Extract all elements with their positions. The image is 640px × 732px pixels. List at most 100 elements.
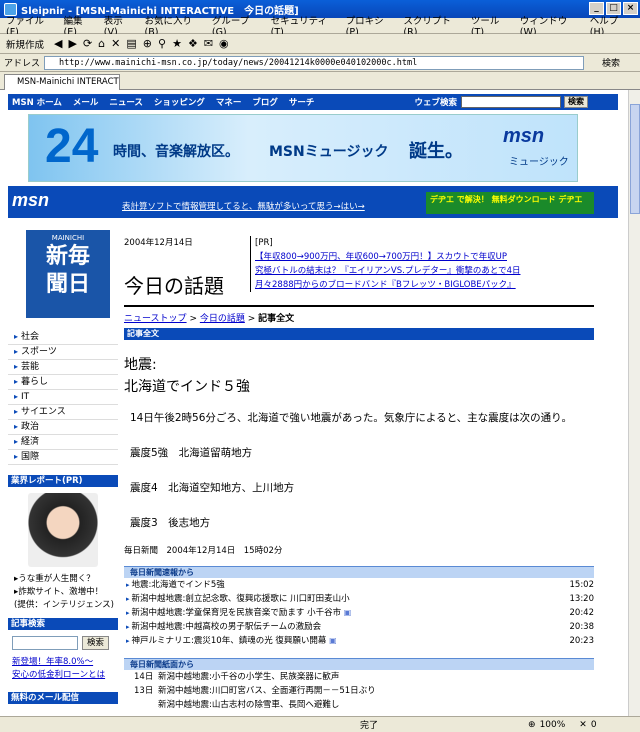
photo-icon: ▣ — [343, 608, 352, 617]
masthead-title-2: 聞日 — [45, 271, 90, 297]
vertical-scrollbar[interactable] — [628, 90, 640, 716]
nav-money[interactable]: マネー — [216, 98, 242, 108]
main-column: 2004年12月14日 今日の話題 [PR] 【年収800→900万円、年収60… — [124, 236, 594, 712]
home-icon[interactable]: ⌂ — [98, 37, 105, 50]
nav-search[interactable]: サーチ — [289, 98, 315, 108]
back-icon[interactable]: ◀ — [54, 37, 62, 50]
mail-delivery-head: 無料のメール配信 — [8, 692, 118, 704]
report-head: 業界レポート(PR) — [8, 475, 118, 487]
masthead-title-1: 新毎 — [45, 243, 90, 269]
msn-music-banner[interactable]: 24 時間、音楽解放区。 MSNミュージック 誕生。 msn ミュージック — [28, 114, 578, 182]
paper-day: 13日 — [134, 686, 154, 696]
tab-msn-mainichi[interactable]: MSN-Mainichi INTERACTI... — [4, 74, 120, 90]
nav-entertainment[interactable]: 芸能 — [8, 360, 118, 375]
paper-row[interactable]: 新潟中越地震:山古志村の除雪車、長岡へ避難し — [124, 698, 594, 712]
mail-icon[interactable]: ✉ — [204, 37, 213, 50]
paper-title[interactable]: 新潟中越地震:小千谷の小学生、民族楽器に歓声 — [158, 670, 339, 684]
web-search-input[interactable] — [461, 96, 561, 108]
promo-banner[interactable]: デヂエ で解決！ 無料ダウンロード デヂエ — [426, 192, 594, 214]
address-input[interactable]: http://www.mainichi-msn.co.jp/today/news… — [44, 55, 585, 70]
nav-economy[interactable]: 経済 — [8, 435, 118, 450]
breadcrumb-news-top[interactable]: ニューストップ — [124, 314, 187, 324]
nav-blog[interactable]: ブログ — [252, 98, 278, 108]
web-search-button[interactable]: 検索 — [564, 96, 588, 108]
pr-link-2[interactable]: 究極バトルの結末は？『エイリアンVS.プレデター』衝撃のあとで4日 — [255, 264, 594, 278]
group-icon[interactable]: ❖ — [188, 37, 198, 50]
banner-logo-sub: ミュージック — [509, 157, 569, 168]
forward-icon[interactable]: ▶ — [68, 37, 76, 50]
report-link-1[interactable]: ▸うな重が人生開く？ — [8, 573, 118, 586]
flash-title[interactable]: 新潟中越地震:学童保育児を民族音楽で励ます 小千谷市 ▣ — [126, 606, 352, 620]
flash-title[interactable]: 新潟中越地震:創立記念歌、復興応援歌に 川口町田麦山小 — [126, 592, 350, 606]
msn-logo[interactable]: msn — [12, 190, 49, 211]
nav-shopping[interactable]: ショッピング — [154, 98, 205, 108]
favorites-star-icon[interactable]: ★ — [172, 37, 182, 50]
flash-row[interactable]: 新潟中越地震:学童保育児を民族音楽で励ます 小千谷市 ▣ 20:42 — [124, 606, 594, 620]
paper-row[interactable]: 13日 新潟中越地震:川口町宮バス、全面運行再開－－51日ぶり — [124, 684, 594, 698]
flash-row[interactable]: 地震:北海道でインド5強 15:02 — [124, 578, 594, 592]
status-text: 完了 — [360, 721, 379, 731]
loan-ad-2[interactable]: 安心の低金利ローンとは — [12, 669, 118, 682]
zoom-icon[interactable]: ⊕ — [143, 37, 152, 50]
flash-title[interactable]: 神戸ルミナリエ:震災10年、鎮魂の光 復興願い開幕 ▣ — [126, 634, 337, 648]
address-label: アドレス — [4, 59, 41, 69]
nav-science[interactable]: サイエンス — [8, 405, 118, 420]
flash-row[interactable]: 新潟中越地震:中越高校の男子駅伝チームの激励会 20:38 — [124, 620, 594, 634]
paper-row[interactable]: 14日 新潟中越地震:小千谷の小学生、民族楽器に歓声 — [124, 670, 594, 684]
article-body: 14日午後2時56分ごろ、北海道で強い地震があった。気象庁によると、主な震度は次… — [130, 412, 572, 424]
nav-msn-home[interactable]: MSN ホーム — [12, 98, 62, 108]
toolbar: 新規作成 ◀ ▶ ⟳ ⌂ ✕ ▤ ⊕ ⚲ ★ ❖ ✉ ◉ — [0, 34, 640, 54]
paper-day: 14日 — [134, 672, 154, 682]
scrollbar-thumb[interactable] — [630, 104, 640, 214]
loan-ad-1[interactable]: 新登場！年率8.0%～ — [12, 656, 118, 669]
paper-title[interactable]: 新潟中越地震:川口町宮バス、全面運行再開－－51日ぶり — [158, 684, 376, 698]
refresh-icon[interactable]: ⟳ — [83, 37, 92, 50]
section-nav: 社会 スポーツ 芸能 暮らし IT サイエンス 政治 経済 国際 — [8, 330, 118, 465]
nav-sports[interactable]: スポーツ — [8, 345, 118, 360]
zoom-level[interactable]: 100% — [540, 720, 566, 730]
flash-title[interactable]: 地震:北海道でインド5強 — [126, 578, 225, 592]
paper-head: 毎日新聞紙面から — [124, 658, 594, 670]
zoom-icon[interactable]: ⊕ — [528, 720, 536, 730]
banner-text-1: 時間、音楽解放区。 — [113, 144, 239, 160]
report-provider: (提供：インテリジェンス) — [14, 600, 114, 610]
new-tab-button[interactable]: 新規作成 — [6, 37, 44, 51]
breadcrumb-sep: > — [247, 314, 259, 324]
pr-link-1[interactable]: 【年収800→900万円、年収600→700万円！】スカウトで年収UP — [255, 250, 594, 264]
nav-mail[interactable]: メール — [73, 98, 99, 108]
nav-news[interactable]: ニュース — [109, 98, 143, 108]
breadcrumb-today[interactable]: 今日の話題 — [200, 314, 245, 324]
search-toolbar-label[interactable]: 検索 — [602, 56, 620, 69]
menu-bar: ファイル(F) 編集(E) 表示(V) お気に入り(B) グループ(G) セキュ… — [0, 16, 640, 38]
pr-box: [PR] 【年収800→900万円、年収600→700万円！】スカウトで年収UP… — [250, 236, 594, 292]
nav-politics[interactable]: 政治 — [8, 420, 118, 435]
loan-ad[interactable]: 新登場！年率8.0%～ 安心の低金利ローンとは — [8, 650, 118, 682]
mainichi-masthead[interactable]: MAINICHI 新毎 聞日 — [26, 230, 110, 318]
article-title-1: 地震: — [124, 357, 157, 373]
article-search: 検索 — [8, 630, 118, 650]
nav-life[interactable]: 暮らし — [8, 375, 118, 390]
nav-international[interactable]: 国際 — [8, 450, 118, 465]
paper-title[interactable]: 新潟中越地震:山古志村の除雪車、長岡へ避難し — [158, 698, 339, 712]
article-search-button[interactable]: 検索 — [82, 636, 110, 650]
globe-icon[interactable]: ◉ — [219, 37, 229, 50]
flash-title[interactable]: 新潟中越地震:中越高校の男子駅伝チームの激励会 — [126, 620, 322, 634]
page-icon[interactable]: ▤ — [126, 37, 136, 50]
masthead-top: MAINICHI — [51, 234, 85, 242]
nav-society[interactable]: 社会 — [8, 330, 118, 345]
nav-it[interactable]: IT — [8, 390, 118, 405]
section-label: 記事全文 — [124, 328, 594, 340]
pr-photo[interactable] — [28, 493, 98, 567]
search-icon[interactable]: ⚲ — [158, 37, 166, 50]
flash-row[interactable]: 神戸ルミナリエ:震災10年、鎮魂の光 復興願い開幕 ▣ 20:23 — [124, 634, 594, 648]
ad-link[interactable]: 表計算ソフトで情報管理してると、無駄が多いって思う→はい→ — [122, 200, 365, 212]
article-search-input[interactable] — [12, 636, 78, 650]
banner-24: 24 — [45, 120, 99, 173]
pr-link-3[interactable]: 月々2888円からのブロードバンド『Bフレッツ・BIGLOBEパック』 — [255, 278, 594, 292]
report-link-2[interactable]: ▸詐欺サイト、激増中！ — [8, 586, 118, 599]
stop-icon[interactable]: ✕ — [111, 37, 120, 50]
msn-header-band: msn 表計算ソフトで情報管理してると、無駄が多いって思う→はい→ デヂエ で解… — [8, 186, 618, 218]
flash-row[interactable]: 新潟中越地震:創立記念歌、復興応援歌に 川口町田麦山小 13:20 — [124, 592, 594, 606]
breadcrumb-current: 記事全文 — [258, 314, 295, 324]
web-search: ウェブ検索 検索 — [414, 96, 588, 108]
